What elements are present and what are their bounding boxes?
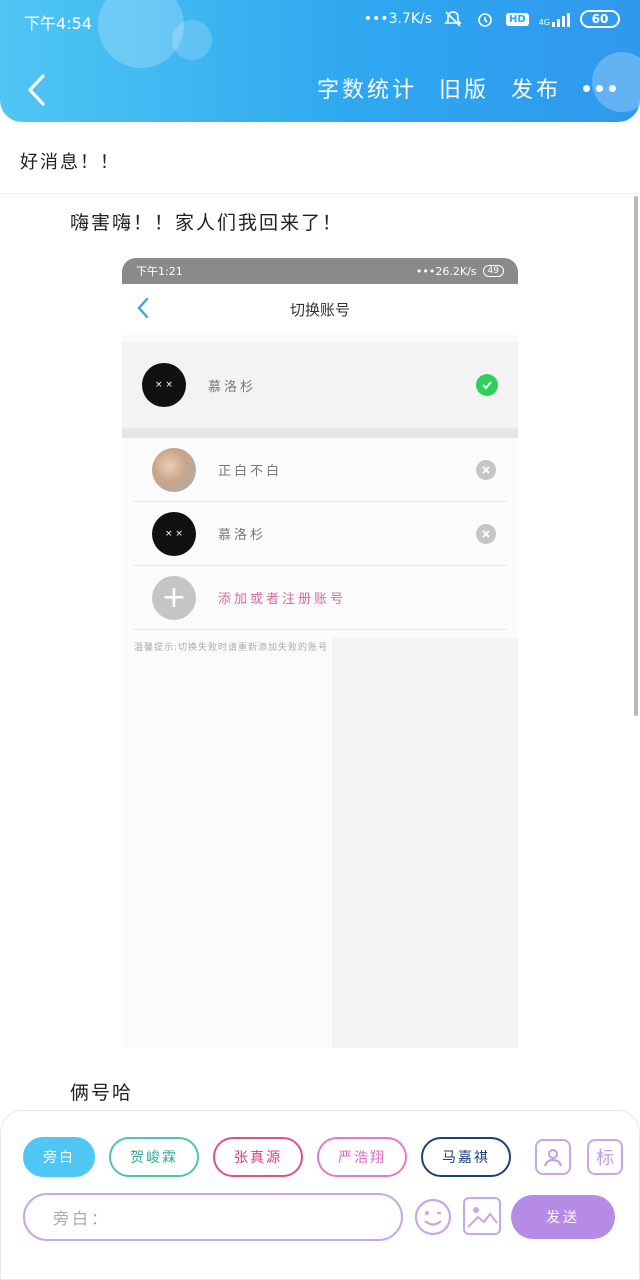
person-icon[interactable] — [535, 1139, 571, 1175]
add-account-text: 添加或者注册账号 — [218, 592, 347, 607]
top-header: 下午4:54 •••3.7K/s HD 4G 60 字数统计 旧版 发布 — [0, 0, 640, 122]
account-name: 正白不白 — [218, 464, 283, 479]
check-icon — [476, 374, 498, 396]
role-chips: 旁白 贺峻霖 张真源 严浩翔 马嘉祺 — [23, 1137, 511, 1177]
dialogue-input[interactable]: 旁白： — [23, 1193, 403, 1241]
back-button[interactable] — [20, 70, 52, 110]
signal-icon: 4G — [539, 11, 570, 27]
decor-bubble — [172, 20, 212, 60]
dot-icon — [596, 84, 603, 92]
screenshot-nav: 切换账号 — [122, 284, 518, 334]
avatar: × × — [142, 363, 186, 407]
net-speed: •••3.7K/s — [363, 11, 433, 27]
screenshot-net-speed: •••26.2K/s — [415, 264, 477, 278]
divider — [122, 428, 518, 438]
old-version-button[interactable]: 旧版 — [439, 72, 489, 104]
tag-button[interactable]: 标 — [587, 1139, 623, 1175]
emoji-icon[interactable] — [413, 1197, 453, 1237]
account-name: 慕洛杉 — [208, 379, 257, 395]
content-line[interactable]: 嗨害嗨！！家人们我回来了！ — [70, 208, 343, 235]
screenshot-time: 下午1:21 — [136, 265, 183, 278]
decor-bubble — [98, 0, 184, 68]
screenshot-account-row: × × 慕洛杉 — [132, 502, 508, 566]
screenshot-nav-title: 切换账号 — [289, 300, 350, 319]
role-chip[interactable]: 马嘉祺 — [421, 1137, 511, 1177]
alarm-icon — [474, 8, 496, 30]
avatar: × × — [152, 511, 196, 556]
content-line[interactable]: 俩号哈 — [70, 1078, 133, 1105]
bottom-editor: 旁白 贺峻霖 张真源 严浩翔 马嘉祺 标 旁白： 发送 — [0, 1110, 640, 1280]
send-button[interactable]: 发送 — [511, 1195, 615, 1239]
screenshot-blank-area — [332, 638, 518, 1048]
role-chip[interactable]: 贺峻霖 — [109, 1137, 199, 1177]
screenshot-status-right: •••26.2K/s 49 — [416, 265, 504, 278]
plus-icon: + — [152, 575, 196, 620]
scrollbar[interactable] — [634, 196, 638, 716]
dot-icon — [583, 84, 590, 92]
chevron-left-icon — [28, 74, 45, 106]
role-chip-narrator[interactable]: 旁白 — [23, 1137, 95, 1177]
embedded-screenshot: 下午1:21 •••26.2K/s 49 切换账号 × × 慕洛杉 正白不白 ×… — [122, 258, 518, 1048]
screenshot-add-account-row: + 添加或者注册账号 — [132, 566, 508, 630]
screenshot-battery: 49 — [482, 265, 504, 277]
account-name: 慕洛杉 — [218, 528, 267, 543]
hd-badge: HD — [506, 12, 529, 26]
mute-bell-icon — [442, 8, 464, 30]
chapter-title-row[interactable]: 好消息！！ — [0, 122, 640, 194]
battery-indicator: 60 — [580, 10, 620, 28]
image-icon[interactable] — [463, 1197, 501, 1235]
chapter-title[interactable]: 好消息！！ — [20, 148, 120, 174]
close-icon — [476, 459, 496, 480]
more-options-button[interactable] — [583, 84, 616, 92]
avatar — [152, 447, 196, 492]
word-count-button[interactable]: 字数统计 — [317, 72, 417, 104]
header-actions: 字数统计 旧版 发布 — [317, 72, 616, 104]
close-icon — [476, 523, 496, 544]
publish-button[interactable]: 发布 — [511, 72, 561, 104]
role-chip[interactable]: 张真源 — [213, 1137, 303, 1177]
dot-icon — [609, 84, 616, 92]
screenshot-account-row: 正白不白 — [132, 438, 508, 502]
role-chip[interactable]: 严浩翔 — [317, 1137, 407, 1177]
screenshot-status-bar: 下午1:21 •••26.2K/s 49 — [122, 258, 518, 284]
status-bar-right: •••3.7K/s HD 4G 60 — [364, 8, 620, 30]
screenshot-current-account: × × 慕洛杉 — [122, 342, 518, 428]
status-time: 下午4:54 — [24, 14, 92, 33]
chevron-left-icon — [136, 297, 150, 323]
